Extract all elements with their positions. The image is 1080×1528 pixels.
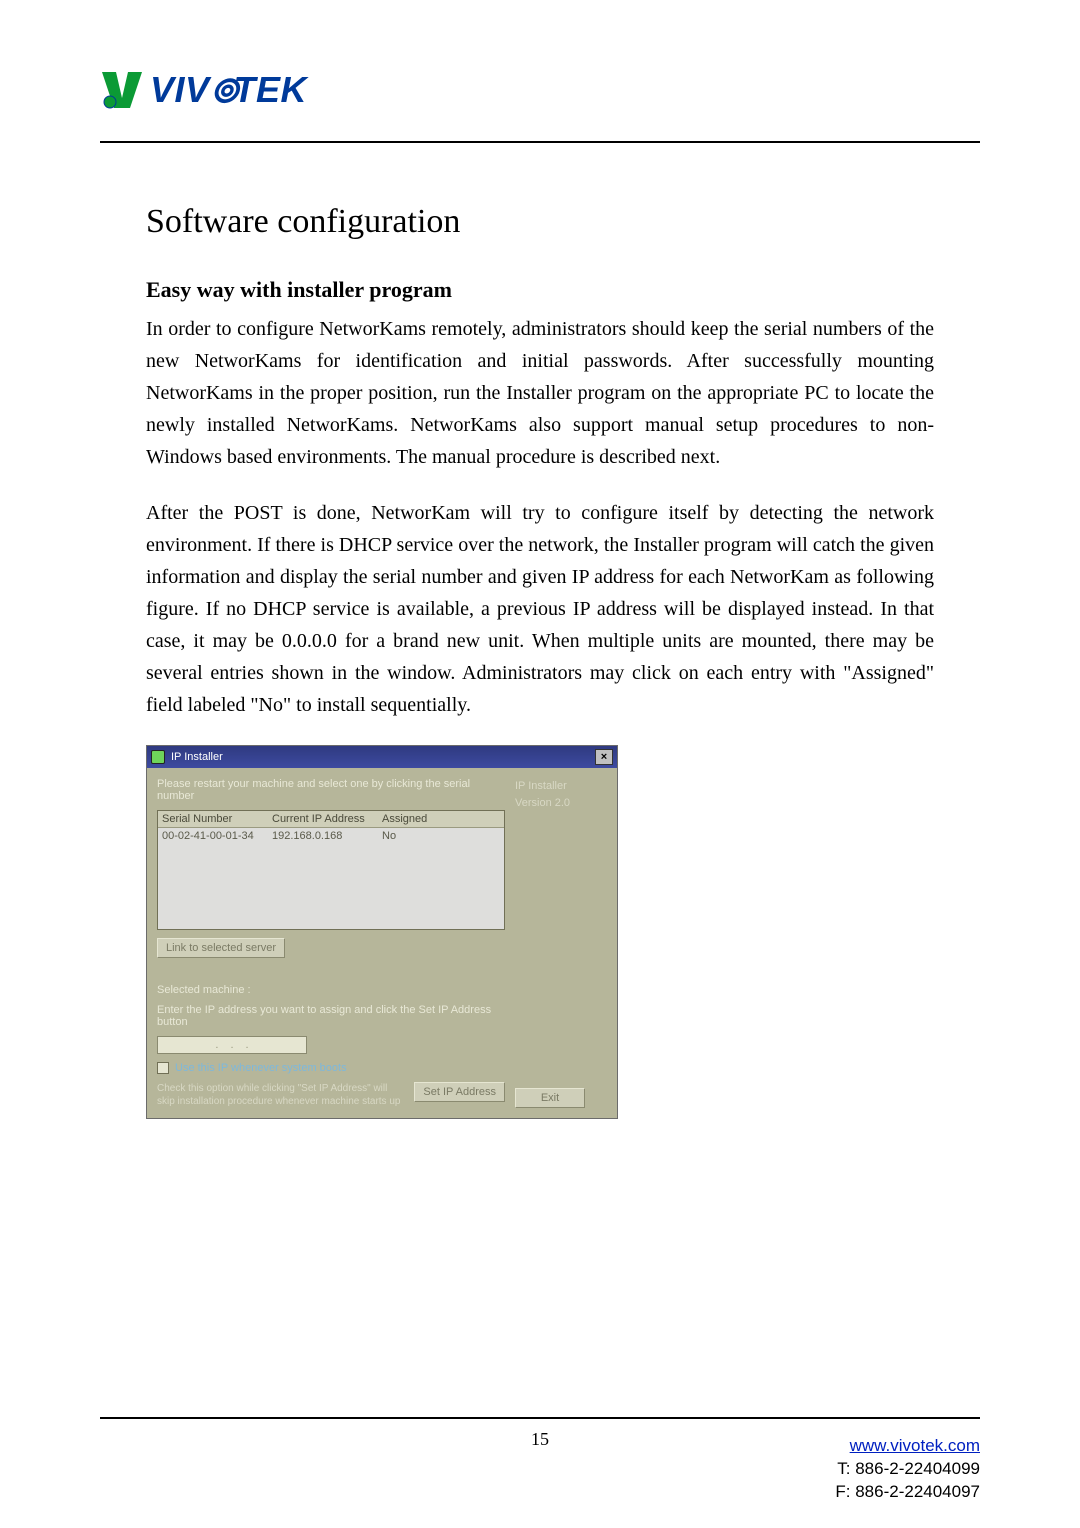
instruction-top: Please restart your machine and select o… (157, 778, 505, 802)
footer-divider (100, 1417, 980, 1419)
installer-dialog: IP Installer × Please restart your machi… (146, 745, 618, 1119)
col-assigned: Assigned (382, 813, 500, 825)
checkbox-description: Check this option while clicking "Set IP… (157, 1082, 404, 1108)
set-ip-button[interactable]: Set IP Address (414, 1082, 505, 1102)
app-version-label: Version 2.0 (515, 795, 607, 812)
header-divider (100, 141, 980, 143)
brand-wordmark: VIV⊚TEK (150, 69, 307, 111)
col-ip: Current IP Address (272, 813, 382, 825)
exit-button[interactable]: Exit (515, 1088, 585, 1108)
list-row[interactable]: 00-02-41-00-01-34 192.168.0.168 No (158, 828, 504, 844)
list-header: Serial Number Current IP Address Assigne… (158, 811, 504, 828)
dialog-title: IP Installer (171, 751, 223, 763)
instruction-ip: Enter the IP address you want to assign … (157, 1004, 505, 1028)
footer-tel: T: 886-2-22404099 (837, 1459, 980, 1478)
selected-machine-label: Selected machine : (157, 984, 505, 996)
link-server-button[interactable]: Link to selected server (157, 938, 285, 958)
paragraph-2: After the POST is done, NetworKam will t… (146, 497, 934, 721)
header-logo: VIV⊚TEK (100, 68, 980, 143)
section-heading: Easy way with installer program (146, 277, 934, 303)
paragraph-1: In order to configure NetworKams remotel… (146, 313, 934, 473)
ip-address-input[interactable]: . . . (157, 1036, 307, 1054)
cell-serial: 00-02-41-00-01-34 (162, 830, 272, 842)
footer-fax: F: 886-2-22404097 (835, 1482, 980, 1501)
cell-assigned: No (382, 830, 500, 842)
app-icon (151, 750, 165, 764)
persist-ip-label: Use this IP whenever system boots (175, 1062, 347, 1074)
page-title: Software configuration (146, 203, 934, 241)
footer-url[interactable]: www.vivotek.com (850, 1436, 980, 1455)
device-list[interactable]: Serial Number Current IP Address Assigne… (157, 810, 505, 930)
footer-contact: www.vivotek.com T: 886-2-22404099 F: 886… (835, 1435, 980, 1504)
col-serial: Serial Number (162, 813, 272, 825)
persist-ip-checkbox[interactable] (157, 1062, 169, 1074)
brand-mark-icon (100, 68, 144, 112)
app-name-label: IP Installer (515, 778, 607, 795)
cell-ip: 192.168.0.168 (272, 830, 382, 842)
close-icon[interactable]: × (595, 749, 613, 765)
dialog-titlebar: IP Installer × (147, 746, 617, 768)
